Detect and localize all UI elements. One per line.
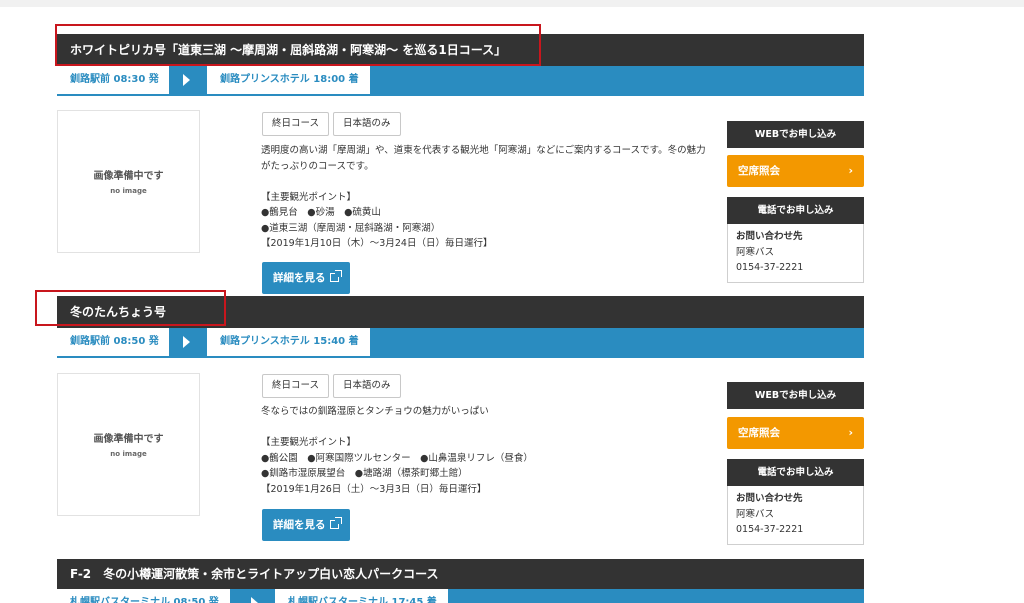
external-link-icon: [329, 270, 342, 282]
desc-line: ●道東三湖（摩周湖・屈斜路湖・阿寒湖）: [261, 222, 441, 234]
image-placeholder-subtext: no image: [110, 450, 147, 458]
desc-line: 【2019年1月10日（木）～3月24日（日）毎日運行】: [261, 238, 493, 249]
web-booking-heading: WEBでお申し込み: [727, 121, 864, 148]
phone-booking-heading: 電話でお申し込み: [727, 459, 864, 486]
course-title: F-2 冬の小樽運河散策・余市とライトアップ白い恋人パークコース: [57, 559, 864, 589]
tag-all-day: 終日コース: [262, 374, 330, 398]
view-details-label: 詳細を見る: [273, 272, 326, 284]
desc-line: 【主要観光ポイント】: [261, 191, 357, 203]
view-details-button[interactable]: 詳細を見る: [262, 509, 350, 541]
arrival-stop: 釧路プリンスホテル 18:00 着: [207, 66, 370, 94]
booking-panel: WEBでお申し込み 空席照会 › 電話でお申し込み お問い合わせ先 阿寒バス 0…: [727, 382, 864, 545]
desc-line: ●釧路市湿原展望台 ●塘路湖（標茶町郷土館）: [261, 468, 468, 479]
course-description: 透明度の高い湖「摩周湖」や、道東を代表する観光地「阿寒湖」などにご案内するコース…: [261, 143, 721, 252]
course-title: 冬のたんちょう号: [57, 296, 864, 328]
desc-blank-line: [261, 174, 721, 190]
contact-box: お問い合わせ先 阿寒バス 0154-37-2221: [727, 486, 864, 545]
course-tags: 終日コース 日本語のみ: [262, 373, 405, 398]
external-link-icon: [329, 517, 342, 529]
booking-panel: WEBでお申し込み 空席照会 › 電話でお申し込み お問い合わせ先 阿寒バス 0…: [727, 121, 864, 283]
arrival-stop: 札幌駅バスターミナル 17:45 着: [275, 589, 448, 603]
departure-stop: 札幌駅バスターミナル 08:50 発: [57, 589, 230, 603]
arrival-stop: 釧路プリンスホテル 15:40 着: [207, 328, 370, 356]
route-bar: 釧路駅前 08:30 発 釧路プリンスホテル 18:00 着: [57, 66, 864, 96]
chevron-right-icon: ›: [848, 164, 853, 177]
route-bar: 札幌駅バスターミナル 08:50 発 札幌駅バスターミナル 17:45 着: [57, 589, 864, 603]
desc-blank-line: [261, 420, 721, 436]
route-bar: 釧路駅前 08:50 発 釧路プリンスホテル 15:40 着: [57, 328, 864, 358]
departure-stop: 釧路駅前 08:50 発: [57, 328, 169, 356]
course-card-1: ホワイトピリカ号「道東三湖 ～摩周湖・屈斜路湖・阿寒湖～ を巡る1日コース」 釧…: [57, 34, 864, 294]
web-booking-heading: WEBでお申し込み: [727, 382, 864, 409]
tag-all-day: 終日コース: [262, 112, 330, 136]
vacancy-check-label: 空席照会: [738, 165, 780, 177]
top-strip: [0, 0, 1024, 7]
desc-line: 【2019年1月26日（土）～3月3日（日）毎日運行】: [261, 483, 487, 495]
vacancy-check-label: 空席照会: [738, 427, 780, 439]
desc-line: 透明度の高い湖「摩周湖」や、道東を代表する観光地「阿寒湖」などにご案内するコース…: [261, 145, 706, 156]
course-tags: 終日コース 日本語のみ: [262, 111, 405, 136]
course-card-3: F-2 冬の小樽運河散策・余市とライトアップ白い恋人パークコース 札幌駅バスター…: [57, 559, 864, 603]
view-details-button[interactable]: 詳細を見る: [262, 262, 350, 294]
departure-stop: 釧路駅前 08:30 発: [57, 66, 169, 94]
course-title: ホワイトピリカ号「道東三湖 ～摩周湖・屈斜路湖・阿寒湖～ を巡る1日コース」: [57, 34, 864, 66]
desc-line: ●鶴見台 ●砂湯 ●硫黄山: [261, 207, 381, 218]
contact-name: 阿寒バス: [736, 246, 775, 258]
desc-line: 冬ならではの釧路湿原とタンチョウの魅力がいっぱい: [261, 406, 489, 417]
contact-title: お問い合わせ先: [736, 493, 803, 504]
phone-booking-heading: 電話でお申し込み: [727, 197, 864, 224]
course-image-placeholder: 画像準備中です no image: [57, 110, 200, 253]
play-triangle-icon: [183, 74, 190, 86]
contact-name: 阿寒バス: [736, 508, 775, 520]
desc-line: がたっぷりのコースです。: [261, 160, 374, 172]
image-placeholder-text: 画像準備中です: [93, 171, 164, 182]
contact-phone: 0154-37-2221: [736, 262, 804, 273]
image-placeholder-subtext: no image: [110, 187, 147, 195]
desc-line: 【主要観光ポイント】: [261, 437, 357, 448]
desc-line: ●鶴公園 ●阿寒国際ツルセンター ●山鼻温泉リフレ（昼食）: [261, 452, 533, 464]
course-card-2: 冬のたんちょう号 釧路駅前 08:50 発 釧路プリンスホテル 15:40 着 …: [57, 296, 864, 554]
tag-japanese-only: 日本語のみ: [333, 374, 401, 398]
chevron-right-icon: ›: [848, 426, 853, 439]
play-triangle-icon: [251, 597, 258, 603]
vacancy-check-button[interactable]: 空席照会 ›: [727, 155, 864, 187]
tag-japanese-only: 日本語のみ: [333, 112, 401, 136]
image-placeholder-text: 画像準備中です: [93, 434, 164, 445]
vacancy-check-button[interactable]: 空席照会 ›: [727, 417, 864, 449]
course-image-placeholder: 画像準備中です no image: [57, 373, 200, 516]
contact-box: お問い合わせ先 阿寒バス 0154-37-2221: [727, 224, 864, 283]
course-description: 冬ならではの釧路湿原とタンチョウの魅力がいっぱい 【主要観光ポイント】 ●鶴公園…: [261, 404, 721, 497]
contact-phone: 0154-37-2221: [736, 524, 804, 535]
view-details-label: 詳細を見る: [273, 519, 326, 531]
contact-title: お問い合わせ先: [736, 231, 803, 242]
play-triangle-icon: [183, 336, 190, 348]
